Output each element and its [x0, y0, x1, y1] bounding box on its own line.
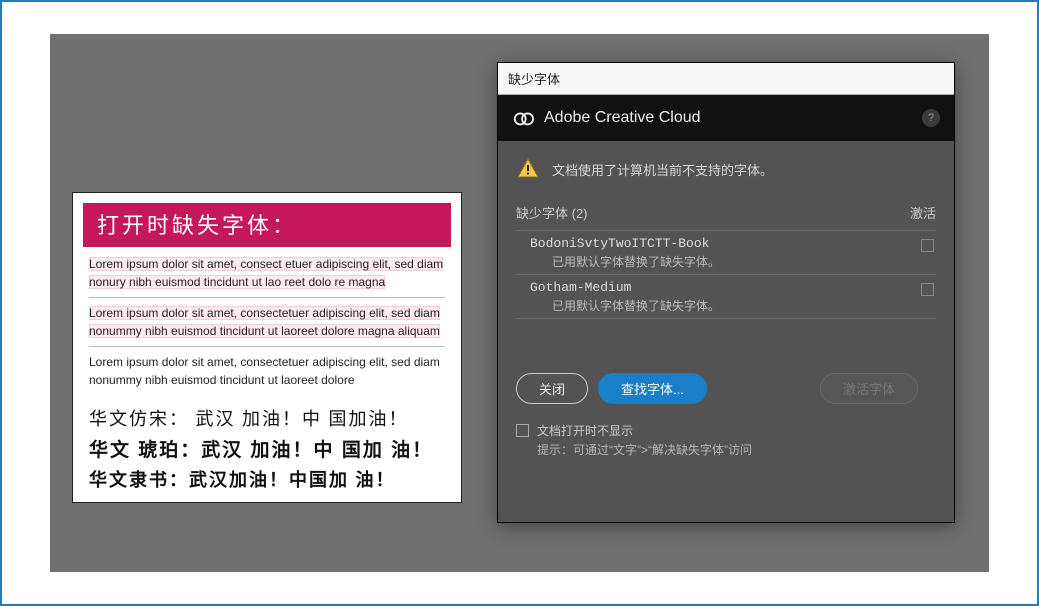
font-status: 已用默认字体替换了缺失字体。: [552, 253, 934, 270]
divider: [89, 346, 445, 347]
close-button[interactable]: 关闭: [516, 373, 588, 404]
document-preview: 打开时缺失字体： Lorem ipsum dolor sit amet, con…: [72, 192, 462, 503]
font-list-header: 缺少字体 (2) 激活: [516, 203, 936, 222]
adobe-header-text: Adobe Creative Cloud: [544, 109, 701, 127]
creative-cloud-icon: [512, 107, 534, 129]
activate-fonts-button: 激活字体: [820, 373, 918, 404]
activate-checkbox[interactable]: [921, 283, 934, 296]
doc-cjk-line-3: 华文隶书：武汉加油！中国加 油！: [73, 464, 461, 494]
adobe-header: Adobe Creative Cloud ?: [498, 95, 954, 141]
doc-para-1: Lorem ipsum dolor sit amet, consect etue…: [73, 255, 461, 291]
doc-cjk-line-2: 华文 琥珀：武汉 加油！中 国加 油！: [73, 433, 461, 464]
doc-para-3: Lorem ipsum dolor sit amet, consectetuer…: [73, 353, 461, 389]
doc-cjk-line-1: 华文仿宋： 武汉 加油！中 国加油！: [73, 403, 461, 433]
font-name: Gotham-Medium: [530, 280, 934, 295]
font-item[interactable]: Gotham-Medium 已用默认字体替换了缺失字体。: [516, 274, 936, 318]
font-item[interactable]: BodoniSvtyTwoITCTT-Book 已用默认字体替换了缺失字体。: [516, 230, 936, 274]
help-button[interactable]: ?: [922, 109, 940, 127]
missing-fonts-dialog: 缺少字体 Adobe Creative Cloud ? 文档使用了计算机当前不支…: [497, 62, 955, 523]
activate-checkbox[interactable]: [921, 239, 934, 252]
divider: [89, 297, 445, 298]
dialog-titlebar[interactable]: 缺少字体: [498, 63, 954, 95]
font-name: BodoniSvtyTwoITCTT-Book: [530, 236, 934, 251]
dont-show-checkbox[interactable]: [516, 424, 529, 437]
warning-text: 文档使用了计算机当前不支持的字体。: [552, 160, 773, 179]
button-row: 关闭 查找字体... 激活字体: [516, 373, 936, 404]
missing-fonts-count: 缺少字体 (2): [516, 203, 588, 222]
dont-show-label: 文档打开时不显示: [537, 422, 633, 441]
font-list: BodoniSvtyTwoITCTT-Book 已用默认字体替换了缺失字体。 G…: [516, 230, 936, 319]
dont-show-row: 文档打开时不显示: [516, 422, 936, 441]
warning-icon: [516, 157, 540, 181]
activate-column-header: 激活: [910, 203, 936, 222]
warning-row: 文档使用了计算机当前不支持的字体。: [516, 157, 936, 181]
doc-title: 打开时缺失字体：: [83, 203, 451, 247]
doc-para-2: Lorem ipsum dolor sit amet, consectetuer…: [73, 304, 461, 340]
find-fonts-button[interactable]: 查找字体...: [598, 373, 707, 404]
hint-text: 提示：可通过“文字”>“解决缺失字体”访问: [537, 441, 936, 458]
font-status: 已用默认字体替换了缺失字体。: [552, 297, 934, 314]
dialog-body: 文档使用了计算机当前不支持的字体。 缺少字体 (2) 激活 BodoniSvty…: [498, 141, 954, 522]
